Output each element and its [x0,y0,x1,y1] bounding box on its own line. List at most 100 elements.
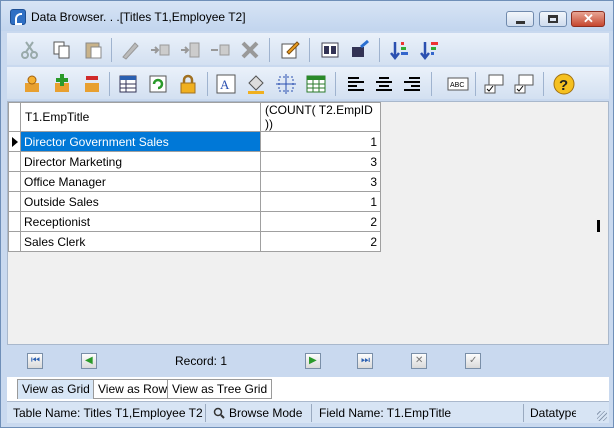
copy-icon[interactable] [51,39,73,61]
cell-count[interactable]: 2 [260,231,381,252]
tab-view-as-tree-grid[interactable]: View as Tree Grid [167,379,273,399]
find-icon[interactable] [319,39,341,61]
app-icon [10,9,26,25]
tab-view-as-grid[interactable]: View as Grid [17,379,95,399]
cancel-edit-button[interactable]: ✕ [411,353,427,369]
sort-desc-icon[interactable] [419,39,441,61]
cell-emptitle[interactable]: Outside Sales [20,191,261,212]
cell-emptitle[interactable]: Receptionist [20,211,261,232]
column-header-emptitle[interactable]: T1.EmpTitle [20,102,261,132]
fill-color-icon[interactable] [245,73,267,95]
filter-icon[interactable] [21,73,43,95]
last-record-button[interactable]: ⏭ [357,353,373,369]
last-icon: ⏭ [361,355,370,366]
table-row[interactable]: Director Government Sales 1 [8,131,381,152]
post-edit-button[interactable]: ✓ [465,353,481,369]
comment-icon[interactable] [483,73,505,95]
cell-count[interactable]: 3 [260,171,381,192]
edit-form-icon[interactable] [279,39,301,61]
prev-record-button[interactable]: ◀ [81,353,97,369]
table-row[interactable]: Outside Sales 1 [8,191,381,212]
font-icon[interactable]: A [215,73,237,95]
cell-emptitle[interactable]: Director Marketing [20,151,261,172]
next-icon: ▶ [309,355,317,366]
cell-count[interactable]: 1 [260,131,381,152]
cell-count[interactable]: 1 [260,191,381,212]
edit-icon[interactable] [119,39,141,61]
title-bar[interactable]: Data Browser. . .[Titles T1,Employee T2]… [1,1,613,31]
delete-row-icon[interactable] [209,39,231,61]
status-separator [205,404,206,422]
cell-emptitle[interactable]: Office Manager [20,171,261,192]
sort-asc-icon[interactable] [389,39,411,61]
prev-icon: ◀ [85,355,93,366]
window-title: Data Browser. . .[Titles T1,Employee T2] [31,10,246,24]
remove-filter-icon[interactable] [81,73,103,95]
align-grid-icon[interactable] [275,73,297,95]
toolbar-format: A ABC ? [7,67,609,99]
grid-props-icon[interactable] [117,73,139,95]
toolbar-edit [7,33,609,65]
toolbar-separator [335,72,336,96]
status-separator [523,404,524,422]
refresh-icon[interactable] [147,73,169,95]
cell-emptitle[interactable]: Director Government Sales [20,131,261,152]
next-record-button[interactable]: ▶ [305,353,321,369]
close-button[interactable]: ✕ [571,11,605,27]
toolbar-separator [111,38,112,62]
cut-icon[interactable] [19,39,41,61]
row-indicator[interactable] [8,131,21,152]
data-grid[interactable]: T1.EmpTitle (COUNT( T2.EmpID )) Director… [7,101,609,345]
row-indicator[interactable] [8,171,21,192]
status-table-name: Table Name: Titles T1,Employee T2 [13,406,203,420]
align-right-icon[interactable] [401,73,423,95]
data-browser-window: Data Browser. . .[Titles T1,Employee T2]… [0,0,614,428]
resize-grip[interactable] [597,411,607,421]
cell-count[interactable]: 2 [260,211,381,232]
row-indicator[interactable] [8,191,21,212]
row-indicator[interactable] [8,151,21,172]
minimize-icon [516,21,525,24]
paste-icon[interactable] [83,39,105,61]
minimize-button[interactable] [506,11,534,27]
row-indicator[interactable] [8,231,21,252]
table-color-icon[interactable] [305,73,327,95]
table-row[interactable]: Receptionist 2 [8,211,381,232]
cancel-icon: ✕ [415,355,424,366]
toolbar-separator [269,38,270,62]
append-row-icon[interactable] [179,39,201,61]
status-bar: Table Name: Titles T1,Employee T2 Browse… [7,401,609,423]
first-record-button[interactable]: ⏮ [27,353,43,369]
add-filter-icon[interactable] [51,73,73,95]
cell-count[interactable]: 3 [260,151,381,172]
table-row[interactable]: Office Manager 3 [8,171,381,192]
align-center-icon[interactable] [373,73,395,95]
column-header-count[interactable]: (COUNT( T2.EmpID )) [260,102,381,132]
table-row[interactable]: Director Marketing 3 [8,151,381,172]
toolbar-separator [309,38,310,62]
lock-icon[interactable] [177,73,199,95]
help-icon[interactable]: ? [553,73,575,95]
table-row[interactable]: Sales Clerk 2 [8,231,381,252]
maximize-button[interactable] [539,11,567,27]
insert-row-icon[interactable] [149,39,171,61]
spellcheck-icon[interactable]: ABC [447,73,469,95]
resize-handle[interactable] [597,220,600,232]
row-indicator-header [8,102,21,132]
toolbar-separator [431,72,432,96]
results-table: T1.EmpTitle (COUNT( T2.EmpID )) Director… [8,102,381,252]
current-row-arrow-icon [12,137,18,147]
find-next-icon[interactable] [349,39,371,61]
toolbar-separator [475,72,476,96]
toolbar-separator [109,72,110,96]
align-left-icon[interactable] [345,73,367,95]
svg-text:ABC: ABC [450,82,464,89]
comment-check-icon[interactable] [513,73,535,95]
row-indicator[interactable] [8,211,21,232]
status-mode: Browse Mode [229,406,303,420]
tab-view-as-row[interactable]: View as Row [93,379,173,399]
delete-icon[interactable] [239,39,261,61]
first-icon: ⏮ [31,355,40,366]
view-tabs: View as Grid View as Row View as Tree Gr… [7,377,609,401]
cell-emptitle[interactable]: Sales Clerk [20,231,261,252]
